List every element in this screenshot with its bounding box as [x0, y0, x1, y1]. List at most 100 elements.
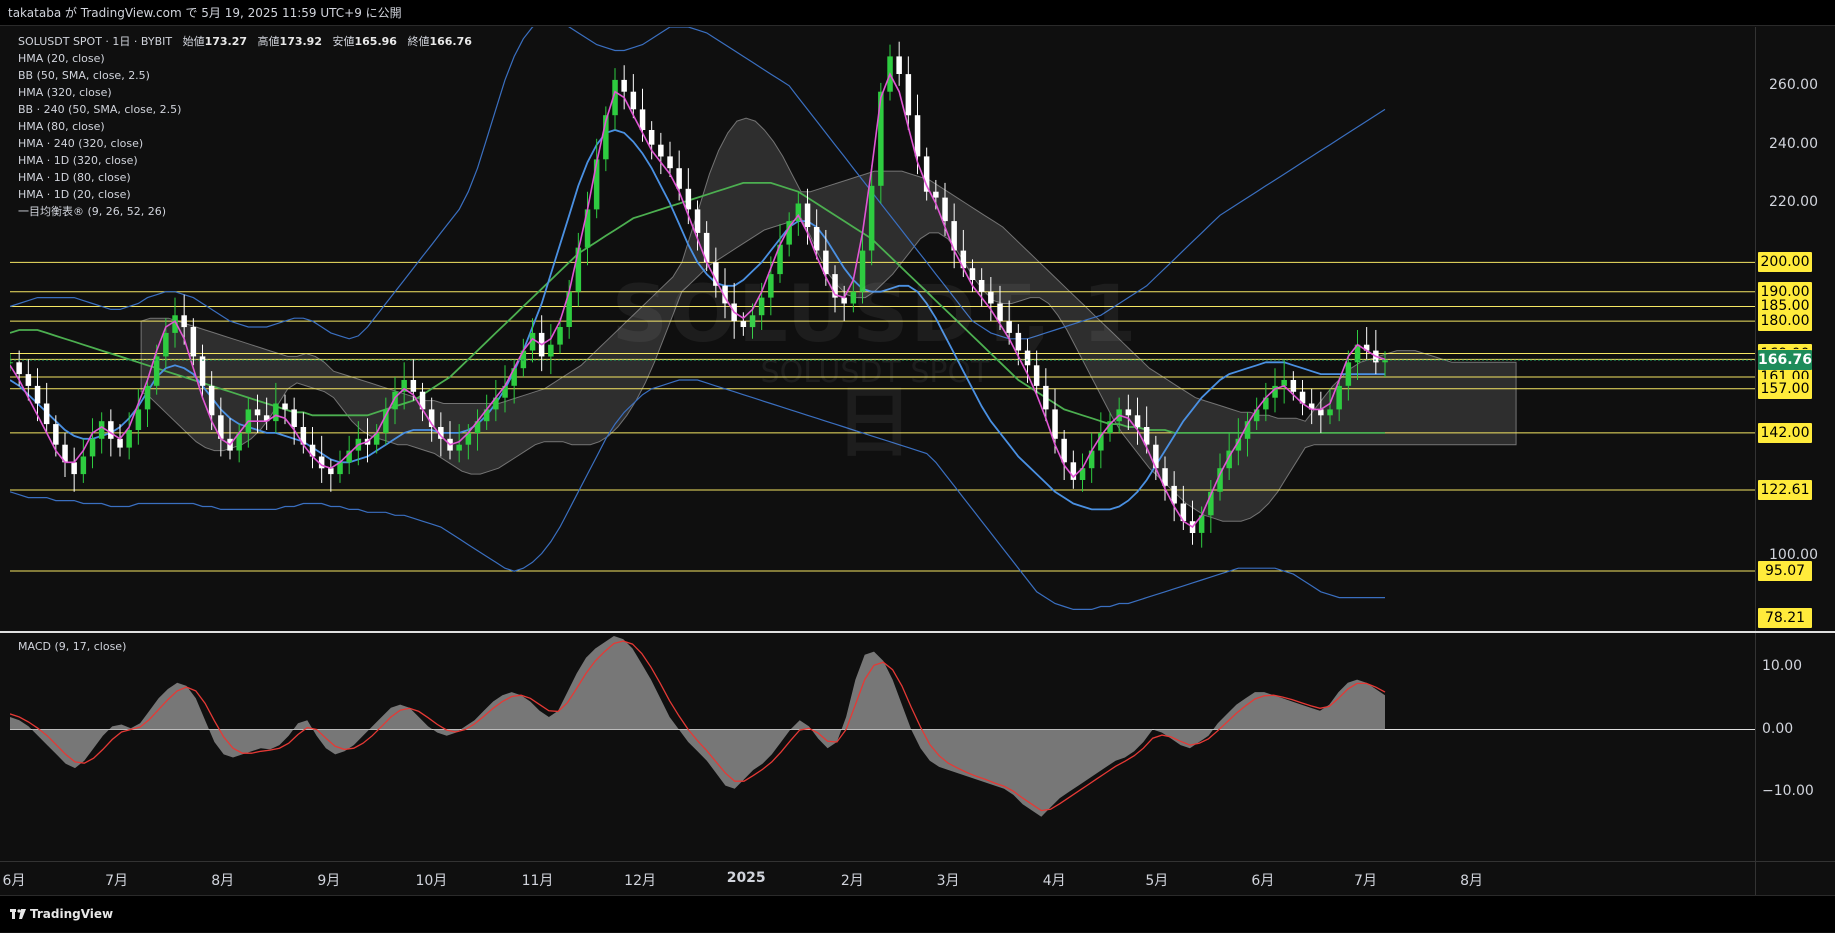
- price-level-tag[interactable]: 200.00: [1758, 252, 1812, 273]
- price-level-tag[interactable]: 180.00: [1758, 311, 1812, 332]
- candle-body: [639, 109, 646, 130]
- candle-body: [25, 374, 32, 386]
- candle-body: [1052, 409, 1058, 439]
- open-label: 始値: [182, 35, 205, 48]
- candle-body: [630, 91, 637, 110]
- time-tick-label: 3月: [936, 873, 960, 889]
- candle-body: [273, 403, 279, 422]
- candle-body: [1006, 321, 1012, 333]
- indicator-legend-item[interactable]: 一目均衡表® (9, 26, 52, 26): [18, 203, 472, 220]
- time-tick-label: 12月: [624, 873, 657, 889]
- candle-body: [1033, 365, 1040, 386]
- low-label: 安値: [332, 35, 355, 48]
- candle-body: [768, 274, 774, 298]
- candle-body: [997, 303, 1003, 322]
- candle-body: [163, 332, 169, 357]
- high-value: 173.92: [279, 35, 322, 48]
- macd-chart-svg[interactable]: [10, 633, 1755, 860]
- time-tick-label: 5月: [1145, 873, 1169, 889]
- candle-body: [80, 456, 87, 475]
- candle-body: [291, 409, 297, 427]
- candle-body: [804, 203, 811, 227]
- symbol-name[interactable]: SOLUSDT SPOT · 1日 · BYBIT: [18, 35, 172, 48]
- candle-body: [1061, 438, 1067, 463]
- indicator-legend-item[interactable]: HMA · 1D (80, close): [18, 169, 472, 186]
- time-tick-label: 6月: [2, 873, 26, 889]
- price-level-tag[interactable]: 95.07: [1758, 560, 1812, 581]
- macd-legend[interactable]: MACD (9, 17, close): [18, 640, 126, 653]
- price-level-tag[interactable]: 78.21: [1758, 608, 1812, 628]
- candle-body: [1125, 409, 1132, 416]
- indicator-legend-item[interactable]: HMA (320, close): [18, 84, 472, 101]
- candle-body: [850, 291, 857, 304]
- time-axis[interactable]: 6月 7月 8月 9月 10月 11月 12月 2025 2月 3月 4月 5月 6月 7月 8月: [3, 862, 1755, 894]
- indicator-legend-item[interactable]: HMA · 240 (320, close): [18, 135, 472, 152]
- close-label: 終値: [407, 35, 430, 48]
- macd-tick-label: −10.00: [1762, 782, 1814, 799]
- macd-histogram-area: [10, 636, 1385, 817]
- candle-body: [758, 297, 765, 316]
- candle-body: [328, 468, 334, 475]
- candle-body: [1024, 350, 1031, 366]
- candle-body: [144, 385, 151, 410]
- candle-body: [410, 380, 417, 392]
- candle-body: [16, 362, 22, 375]
- time-tick-label: 8月: [1460, 873, 1484, 889]
- macd-pane[interactable]: [10, 633, 1755, 860]
- candle-body: [685, 188, 692, 210]
- current-price-tag[interactable]: 166.76: [1758, 350, 1812, 371]
- price-level-tag[interactable]: 157.00: [1758, 378, 1812, 399]
- time-tick-label: 2月: [840, 873, 864, 889]
- candle-body: [98, 421, 105, 439]
- candle-body: [181, 315, 187, 328]
- candle-body: [199, 356, 206, 386]
- close-value: 166.76: [429, 35, 472, 48]
- price-level-tag[interactable]: 122.61: [1758, 479, 1812, 500]
- time-tick-label: 6月: [1251, 873, 1275, 889]
- candle-body: [896, 56, 902, 74]
- candle-body: [942, 197, 948, 222]
- candle-body: [1281, 380, 1287, 386]
- candle-body: [1171, 485, 1177, 504]
- candle-body: [108, 421, 114, 439]
- candle-body: [135, 409, 142, 430]
- candle-body: [153, 356, 160, 386]
- time-tick-label: 11月: [521, 873, 554, 889]
- candle-body: [978, 280, 985, 292]
- ohlc-row[interactable]: SOLUSDT SPOT · 1日 · BYBIT 始値173.27 高値173…: [18, 33, 472, 50]
- candle-body: [557, 327, 563, 345]
- indicator-list: HMA (20, close) BB (50, SMA, close, 2.5) H…: [18, 50, 472, 220]
- open-value: 173.27: [204, 35, 248, 48]
- candle-body: [621, 79, 627, 92]
- indicator-legend-item[interactable]: HMA · 1D (320, close): [18, 152, 472, 169]
- footer-brand[interactable]: TradingView: [0, 895, 1835, 932]
- candle-body: [117, 438, 123, 448]
- price-level-tag[interactable]: 142.00: [1758, 422, 1812, 443]
- candle-body: [1143, 427, 1150, 445]
- tradingview-logo-icon: [10, 909, 26, 919]
- indicator-legend-item[interactable]: BB · 240 (50, SMA, close, 2.5): [18, 101, 472, 118]
- indicator-legend-item[interactable]: HMA (80, close): [18, 118, 472, 135]
- candle-body: [841, 297, 847, 304]
- price-tick-label: 220.00: [1769, 194, 1818, 211]
- candle-body: [969, 268, 976, 280]
- candle-body: [10, 362, 13, 364]
- low-value: 165.96: [354, 35, 397, 48]
- price-tick-label: 260.00: [1769, 76, 1818, 93]
- candle-body: [282, 403, 288, 410]
- indicator-legend-item[interactable]: HMA · 1D (20, close): [18, 186, 472, 203]
- price-axis-border: [1755, 27, 1756, 895]
- candle-body: [988, 291, 994, 304]
- time-tick-label: 7月: [105, 873, 129, 889]
- macd-signal-line: [10, 640, 1386, 812]
- candle-body: [208, 385, 215, 416]
- candle-body: [575, 247, 582, 292]
- candle-body: [34, 385, 41, 404]
- candle-body: [1134, 415, 1141, 428]
- candle-body: [1043, 385, 1049, 410]
- indicator-legend-item[interactable]: BB (50, SMA, close, 2.5): [18, 67, 472, 84]
- candle-body: [1290, 380, 1297, 392]
- indicator-legend-item[interactable]: HMA (20, close): [18, 50, 472, 67]
- candle-body: [694, 209, 701, 233]
- time-tick-label: 2025: [726, 870, 766, 886]
